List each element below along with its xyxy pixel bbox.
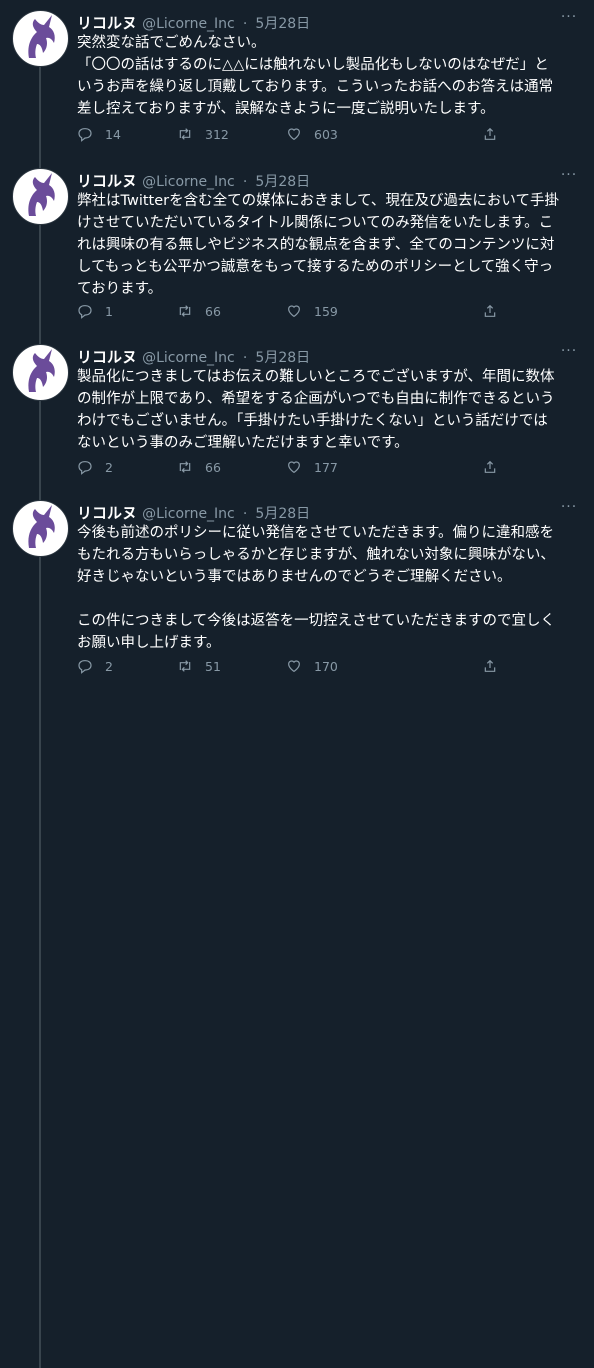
like-button[interactable]: 159 (286, 302, 338, 320)
like-count: 177 (314, 459, 338, 475)
share-icon (484, 304, 496, 317)
display-name[interactable]: リコルヌ (77, 172, 137, 190)
reply-button[interactable]: 1 (77, 302, 113, 320)
reply-icon (78, 461, 92, 475)
unicorn-logo-icon (28, 349, 55, 392)
tweet-header: リコルヌ @Licorne_Inc · 5月28日 (77, 502, 310, 522)
like-button[interactable]: 177 (286, 458, 338, 476)
timestamp[interactable]: 5月28日 (255, 506, 310, 522)
retweet-icon (179, 305, 191, 317)
share-button[interactable] (482, 657, 498, 675)
reply-count: 1 (105, 303, 113, 319)
unicorn-logo-icon (28, 173, 55, 216)
retweet-button[interactable]: 51 (177, 657, 221, 675)
retweet-icon (179, 660, 191, 672)
tweet-text: 製品化につきましてはお伝えの難しいところでございますが、年間に数体 の制作が上限… (77, 369, 555, 451)
share-icon (484, 659, 496, 672)
tweet-actions: 14 312 603 (77, 125, 497, 143)
retweet-icon (179, 461, 191, 473)
timestamp[interactable]: 5月28日 (255, 16, 310, 32)
user-handle[interactable]: @Licorne_Inc (142, 506, 235, 522)
tweet-header: リコルヌ @Licorne_Inc · 5月28日 (77, 12, 310, 32)
tweet[interactable]: リコルヌ @Licorne_Inc · 5月28日 ··· 弊社はTwitter… (0, 162, 594, 1219)
tweet-header: リコルヌ @Licorne_Inc · 5月28日 (77, 346, 310, 366)
share-icon (484, 460, 496, 473)
like-count: 170 (314, 658, 338, 674)
display-name[interactable]: リコルヌ (77, 14, 137, 32)
heart-icon (288, 128, 300, 141)
retweet-count: 66 (205, 459, 221, 475)
heart-icon (288, 660, 300, 673)
retweet-icon (179, 128, 191, 140)
display-name[interactable]: リコルヌ (77, 504, 137, 522)
tweet-header: リコルヌ @Licorne_Inc · 5月28日 (77, 170, 310, 190)
tweet-actions: 1 66 159 (77, 302, 497, 320)
user-handle[interactable]: @Licorne_Inc (142, 16, 235, 32)
share-button[interactable] (482, 458, 498, 476)
like-count: 159 (314, 303, 338, 319)
separator: · (242, 506, 248, 522)
reply-icon (78, 305, 92, 319)
reply-icon (78, 660, 92, 674)
tweet-text: 今後も前述のポリシーに従い発信をさせていただきます。偏りに違和感を もたれる方も… (77, 525, 556, 651)
more-options-icon[interactable]: ··· (558, 500, 580, 514)
like-button[interactable]: 170 (286, 657, 338, 675)
avatar[interactable] (12, 10, 69, 67)
reply-button[interactable]: 2 (77, 458, 113, 476)
avatar[interactable] (12, 168, 69, 225)
reply-icon (78, 128, 92, 142)
unicorn-logo-icon (28, 15, 55, 58)
retweet-count: 66 (205, 303, 221, 319)
tweet-actions: 2 66 177 (77, 458, 497, 476)
user-handle[interactable]: @Licorne_Inc (142, 350, 235, 366)
reply-button[interactable]: 14 (77, 125, 121, 143)
separator: · (242, 174, 248, 190)
separator: · (242, 350, 248, 366)
heart-icon (288, 305, 300, 318)
reply-count: 2 (105, 658, 113, 674)
timestamp[interactable]: 5月28日 (255, 350, 310, 366)
heart-icon (288, 461, 300, 474)
tweet-thread: リコルヌ @Licorne_Inc · 5月28日 ··· 突然変な話でごめんな… (0, 0, 594, 1368)
tweet[interactable]: リコルヌ @Licorne_Inc · 5月28日 ··· 今後も前述のポリシー… (0, 494, 594, 684)
more-options-icon[interactable]: ··· (558, 344, 580, 358)
retweet-button[interactable]: 66 (177, 302, 221, 320)
retweet-count: 51 (205, 658, 221, 674)
unicorn-logo-icon (28, 505, 55, 548)
retweet-button[interactable]: 66 (177, 458, 221, 476)
like-count: 603 (314, 126, 338, 142)
retweet-count: 312 (205, 126, 229, 142)
reply-count: 14 (105, 126, 121, 142)
share-button[interactable] (482, 125, 498, 143)
display-name[interactable]: リコルヌ (77, 348, 137, 366)
avatar[interactable] (12, 500, 69, 557)
avatar[interactable] (12, 344, 69, 401)
tweet-text: 突然変な話でごめんなさい。 「〇〇の話はするのに△△には触れないし製品化もしない… (77, 35, 554, 117)
timestamp[interactable]: 5月28日 (255, 174, 310, 190)
reply-count: 2 (105, 459, 113, 475)
more-options-icon[interactable]: ··· (558, 10, 580, 24)
tweet-actions: 2 51 170 (77, 657, 497, 675)
tweet-text: 弊社はTwitterを含む全ての媒体におきまして、現在及び過去において手掛 けさ… (77, 193, 559, 297)
share-button[interactable] (482, 302, 498, 320)
reply-button[interactable]: 2 (77, 657, 113, 675)
tweet[interactable]: リコルヌ @Licorne_Inc · 5月28日 ··· 製品化につきましては… (0, 338, 594, 1368)
user-handle[interactable]: @Licorne_Inc (142, 174, 235, 190)
like-button[interactable]: 603 (286, 125, 338, 143)
share-icon (484, 127, 496, 140)
retweet-button[interactable]: 312 (177, 125, 229, 143)
tweet[interactable]: リコルヌ @Licorne_Inc · 5月28日 ··· 突然変な話でごめんな… (0, 4, 594, 1061)
more-options-icon[interactable]: ··· (558, 168, 580, 182)
separator: · (242, 16, 248, 32)
